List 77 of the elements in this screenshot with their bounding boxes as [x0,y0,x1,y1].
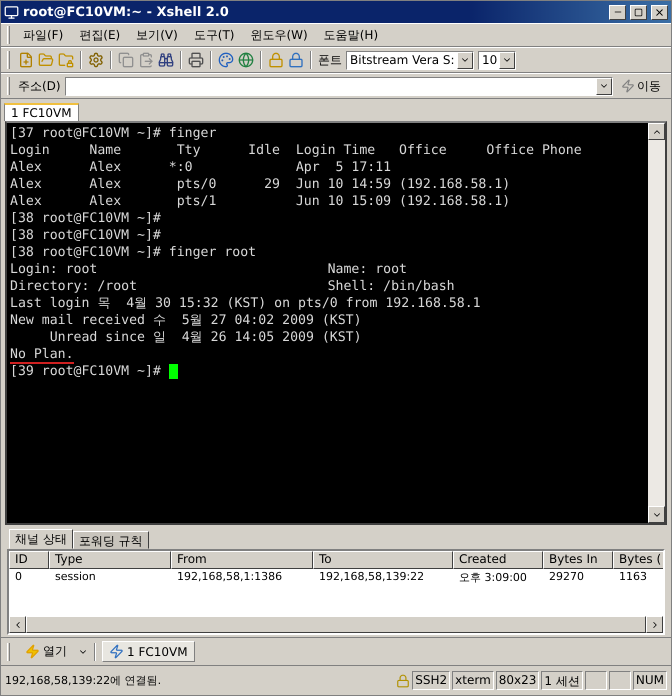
address-field[interactable] [64,76,613,96]
menu-item[interactable]: 파일(F) [16,24,70,46]
vertical-scrollbar[interactable] [648,123,665,523]
terminal-line: Unread since 일 4월 26 14:05 2009 (KST) [48,330,362,345]
window-title: root@FC10VM:~ - Xshell 2.0 [23,4,230,20]
session-button[interactable]: 1 FC10VM [102,641,195,662]
terminal-line: Login: root Name: root [10,262,407,277]
maximize-icon [634,8,643,16]
lightning-icon [25,644,40,659]
menu-item[interactable]: 도움말(H) [316,24,386,46]
terminal-line: Alex Alex pts/1 Jun 10 15:09 (192.168.58.1) [10,194,510,209]
terminal-line: No Plan. [10,347,74,364]
panel-tab[interactable]: 포워딩 규칙 [72,531,149,549]
scroll-down-button[interactable] [648,506,665,523]
open-button[interactable]: 열기 [18,640,74,663]
status-cell: SSH2 [412,671,450,690]
table-cell-text: 192,168,58,1:1386 [176,569,284,585]
menu-item[interactable]: 윈도우(W) [244,24,315,46]
font-label: 폰트 [318,52,342,68]
terminal-line: [38 root@FC10VM ~]# [10,228,161,243]
globe-icon[interactable] [238,52,254,68]
lock-icon [396,674,410,688]
maximize-button[interactable] [630,4,647,20]
column-header[interactable]: ID [9,551,49,569]
status-cell: 1 세션 [541,671,583,690]
scroll-up-button[interactable] [648,123,665,140]
terminal-line: [38 root@FC10VM ~]# [10,211,161,226]
table-cell-text: 1163 [618,569,648,585]
column-header[interactable]: Bytes ( [613,551,663,569]
status-cell: 80x23 [496,671,540,690]
column-header[interactable]: To [313,551,453,569]
palette-icon[interactable] [218,52,234,68]
terminal-line: [37 root@FC10VM ~]# finger [10,126,216,141]
status-message: 192,168,58,139:22에 연결됨. [5,673,162,688]
column-header[interactable]: Created [453,551,543,569]
column-header[interactable]: From [171,551,313,569]
menu-item[interactable]: 도구(T) [186,24,242,46]
terminal-line: Login Name Tty Idle Login Time Office Office Phone [10,143,582,158]
column-header[interactable]: Bytes In [543,551,613,569]
terminal-line: New mail received 수 5월 27 04:02 2009 (KST) [10,313,362,328]
font-size-dropdown[interactable]: 10 [478,50,516,70]
terminal-line: Last login 목 4월 30 15:32 (KST) on pts/0 from 192.168.58.1 [10,296,481,311]
terminal-line: [38 root@FC10VM ~]# finger root [10,245,256,260]
print-icon[interactable] [188,52,204,68]
table-cell-text: 오후 3:09:00 [458,570,528,586]
menu-item[interactable]: 보기(V) [129,24,185,46]
minimize-button[interactable] [609,4,626,20]
lightning-icon [621,79,635,93]
table-cell-text: 192,168,58,139:22 [318,569,426,585]
status-cell: NUM [632,671,667,690]
lock-icon[interactable] [288,52,304,68]
table-cell-text: 29270 [548,569,585,585]
scroll-left-button[interactable] [9,616,26,633]
status-cell: xterm [452,671,494,690]
panel-tab[interactable]: 채널 상태 [9,529,73,549]
terminal-icon [4,4,19,20]
column-header[interactable]: Type [49,551,171,569]
go-button[interactable]: 이동 [617,78,665,94]
terminal-line: [39 root@FC10VM ~]# [10,364,162,379]
close-icon [654,6,665,18]
menu-item[interactable]: 편집(E) [72,24,128,46]
scroll-right-button[interactable] [646,616,663,633]
close-button[interactable] [651,4,668,20]
status-cell [584,671,607,690]
font-dropdown[interactable]: Bitstream Vera S: [346,50,474,70]
terminal-line: Alex Alex *:0 Apr 5 17:11 [10,160,392,175]
terminal-screen[interactable] [7,123,648,523]
terminal-line: Alex Alex pts/0 29 Jun 10 14:59 (192.168.58.1) [10,177,510,192]
lightning-icon [109,644,124,659]
table-cell-text: 0 [14,569,23,585]
address-label: 주소(D) [18,78,61,94]
table-cell-text: session [54,569,97,585]
session-tab[interactable]: 1 FC10VM [4,103,79,121]
settings-icon[interactable] [88,52,104,68]
binoculars-icon[interactable] [158,52,174,68]
status-cell [608,671,631,690]
terminal-line: Directory: /root Shell: /bin/bash [10,279,455,294]
